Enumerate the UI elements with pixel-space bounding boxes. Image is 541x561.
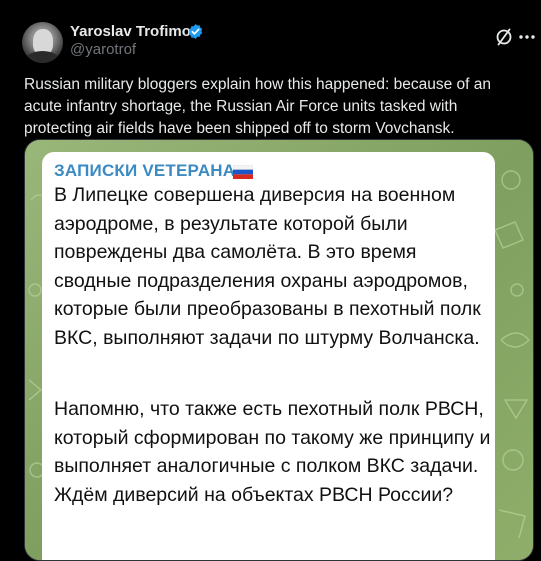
author-name[interactable]: Yaroslav Trofimov xyxy=(70,23,199,40)
russian-flag-icon xyxy=(233,165,253,179)
channel-name: ЗАПИСКИ VETEPAHA xyxy=(54,161,236,180)
author-handle[interactable]: @yarotrof xyxy=(70,41,136,58)
verified-badge-icon xyxy=(188,24,203,39)
message-bubble: ЗАПИСКИ VETEPAHA В Липецке совершена див… xyxy=(42,152,495,560)
tweet-media-image[interactable]: ЗАПИСКИ VETEPAHA В Липецке совершена див… xyxy=(24,139,534,561)
more-dots-icon[interactable] xyxy=(517,27,537,47)
message-paragraph-2: Напомню, что также есть пехотный полк РВ… xyxy=(54,398,491,506)
tweet-text: Russian military bloggers explain how th… xyxy=(24,76,492,137)
message-paragraph-1: В Липецке совершена диверсия на военном … xyxy=(54,184,481,349)
avatar[interactable] xyxy=(22,22,63,63)
grok-slash-icon[interactable] xyxy=(494,27,514,47)
tweet: Yaroslav Trofimov @yarotrof Russian mili… xyxy=(0,0,541,561)
avatar-shoulders xyxy=(25,51,60,63)
